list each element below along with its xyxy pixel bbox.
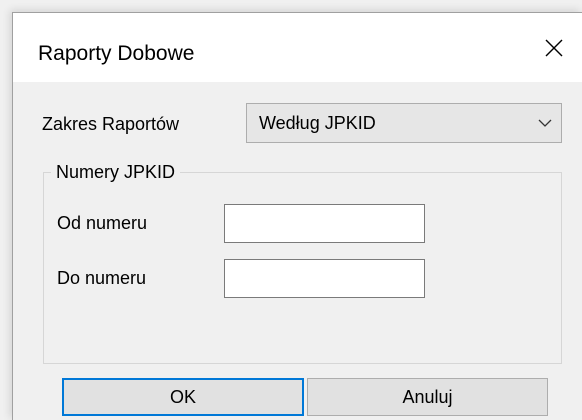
from-number-label: Od numeru [57, 213, 148, 233]
close-icon [545, 39, 563, 56]
window-title: Raporty Dobowe [38, 42, 195, 65]
ok-button-label: OK [169, 387, 196, 407]
ok-button[interactable]: OK [62, 378, 304, 416]
dialog-body: Zakres Raportów Według JPKID Numery JPKI… [13, 82, 582, 420]
chevron-down-icon [538, 119, 552, 127]
close-button[interactable] [526, 13, 582, 82]
to-number-label: Do numeru [57, 268, 147, 288]
title-bar[interactable]: Raporty Dobowe [13, 13, 582, 82]
from-number-input[interactable] [224, 204, 425, 243]
cancel-button-label: Anuluj [402, 387, 453, 407]
cancel-button[interactable]: Anuluj [307, 378, 548, 416]
jpkid-numbers-group-title: Numery JPKID [51, 161, 181, 183]
desktop-background: Raporty Dobowe Zakres Raportów Według JP… [0, 0, 582, 420]
report-range-selected-value: Według JPKID [259, 113, 376, 133]
report-range-label: Zakres Raportów [42, 114, 180, 134]
report-range-select[interactable]: Według JPKID [246, 103, 562, 143]
to-number-input[interactable] [224, 259, 425, 298]
raporty-dobowe-dialog: Raporty Dobowe Zakres Raportów Według JP… [12, 12, 582, 420]
